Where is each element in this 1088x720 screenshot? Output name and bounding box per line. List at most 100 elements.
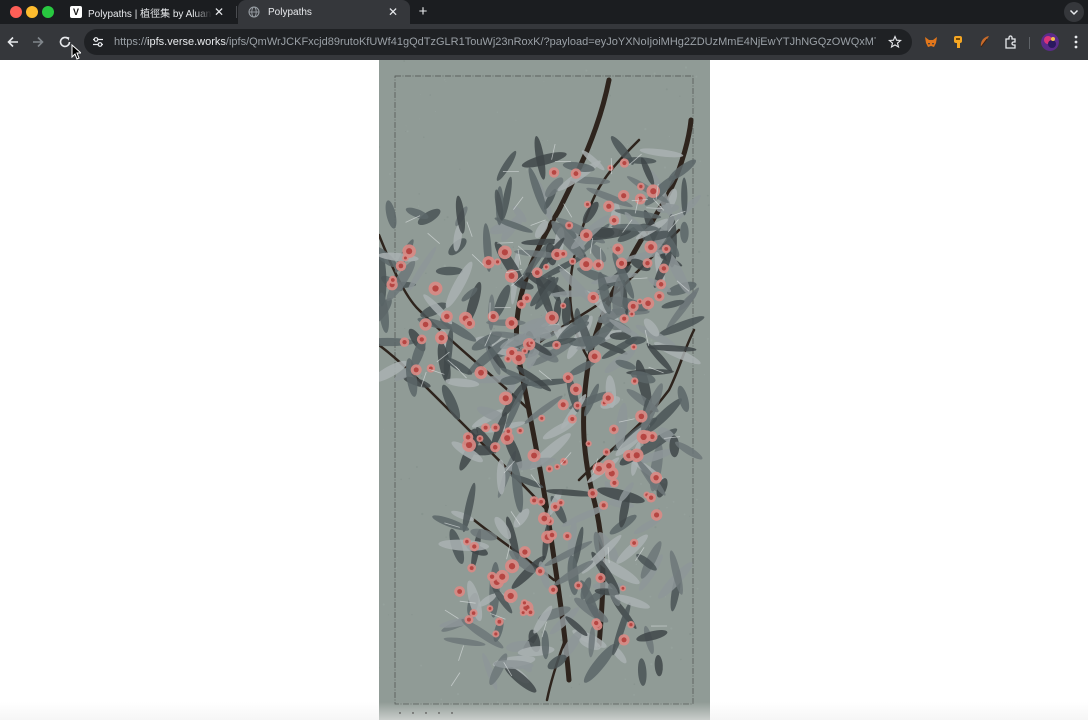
paper-speck	[417, 205, 420, 207]
tab-search-button[interactable]	[1064, 2, 1084, 22]
blossom-center	[561, 304, 565, 308]
window-maximize-button[interactable]	[42, 6, 54, 18]
paper-speck	[493, 327, 495, 330]
arrow-right-icon	[33, 36, 44, 48]
blossom-center	[587, 442, 591, 446]
paper-speck	[707, 204, 710, 207]
paper-speck	[542, 140, 544, 141]
leaf	[379, 337, 416, 347]
paper-speck	[443, 218, 446, 221]
blossom-center	[465, 539, 469, 544]
blossom-center	[632, 345, 636, 349]
blossom-center	[622, 316, 627, 321]
window-close-button[interactable]	[10, 6, 22, 18]
blossom-center	[650, 188, 657, 195]
leaf	[677, 385, 690, 413]
blossom-center	[553, 504, 558, 509]
paper-speck	[393, 464, 395, 466]
profile-avatar[interactable]	[1041, 33, 1059, 51]
tab-polypaths-verse[interactable]: V Polypaths | 植徑集 by Aluan Wang ✕	[60, 0, 236, 24]
leaf	[637, 658, 647, 686]
blossom-center	[639, 184, 643, 189]
close-tab-button[interactable]: ✕	[386, 5, 400, 19]
globe-icon	[248, 6, 260, 18]
blossom-center	[402, 340, 407, 345]
paper-speck	[602, 441, 606, 444]
paper-speck	[500, 267, 503, 269]
paper-speck	[520, 470, 524, 473]
blossom-center	[539, 499, 544, 504]
tab-polypaths-active[interactable]: Polypaths ✕	[238, 0, 410, 24]
window-minimize-button[interactable]	[26, 6, 38, 18]
paper-speck	[627, 417, 630, 420]
paper-speck	[408, 477, 410, 480]
blossom-center	[502, 395, 509, 402]
blossom-center	[492, 444, 498, 450]
extension-metamask[interactable]	[922, 33, 940, 51]
blossom-center	[544, 265, 548, 269]
blossom-center	[551, 587, 556, 592]
site-info-button[interactable]	[87, 31, 109, 53]
paper-speck	[670, 627, 673, 630]
paper-speck	[591, 148, 594, 151]
generative-artwork[interactable]	[379, 60, 710, 720]
blossom-center	[560, 402, 566, 408]
paper-speck	[543, 81, 545, 83]
blossom-center	[508, 563, 516, 570]
blossom-center	[504, 435, 511, 442]
leaf-vein	[458, 645, 464, 661]
paper-speck	[531, 709, 534, 711]
toolbar-divider	[1029, 37, 1030, 49]
blossom-center	[499, 573, 506, 580]
url-text[interactable]: https://ipfs.verse.works/ipfs/QmWrJCKFxc…	[114, 36, 876, 48]
leaf-vein	[466, 221, 473, 237]
paper-speck	[626, 143, 629, 146]
forward-button[interactable]	[28, 32, 48, 52]
blossom-center	[604, 450, 609, 454]
paper-speck	[563, 393, 566, 396]
blossom-center	[403, 256, 407, 260]
blossom-center	[530, 341, 533, 345]
blossom-center	[489, 574, 495, 579]
leaf	[385, 200, 397, 229]
paper-speck	[658, 507, 660, 510]
blossom-center	[575, 403, 580, 408]
paper-speck	[443, 78, 446, 81]
blossom-center	[508, 273, 515, 279]
paper-speck	[621, 398, 624, 401]
blossom-center	[478, 436, 482, 441]
paper-speck	[668, 135, 671, 138]
extension-2[interactable]	[949, 33, 967, 51]
leaf	[654, 655, 663, 677]
blossom-center	[615, 246, 621, 252]
paper-speck	[445, 504, 447, 507]
extensions-button[interactable]	[1002, 33, 1020, 51]
arrow-left-icon	[7, 36, 18, 48]
paper-speck	[653, 72, 656, 75]
new-tab-button[interactable]: +	[414, 3, 432, 21]
paper-speck	[565, 486, 569, 489]
blossom-center	[483, 425, 488, 430]
paper-speck	[512, 246, 514, 248]
extension-3[interactable]	[976, 33, 994, 51]
blossom-center	[640, 433, 647, 441]
close-tab-button[interactable]: ✕	[212, 5, 226, 19]
back-button[interactable]	[3, 32, 23, 52]
blossom-center	[621, 193, 627, 199]
paper-speck	[697, 250, 701, 253]
blossom-center	[638, 300, 642, 303]
url-host: ipfs.verse.works	[147, 36, 226, 48]
paper-speck	[707, 337, 709, 340]
kebab-menu-icon	[1074, 35, 1078, 49]
address-bar[interactable]: https://ipfs.verse.works/ipfs/QmWrJCKFxc…	[84, 29, 912, 55]
blossom-center	[565, 375, 571, 381]
blossom-center	[515, 354, 522, 362]
paper-speck	[583, 535, 585, 537]
blossom-center	[506, 429, 511, 434]
blossom-center	[630, 303, 636, 309]
blossom-center	[478, 369, 484, 376]
blossom-center	[444, 313, 450, 320]
bookmark-button[interactable]	[886, 33, 904, 51]
browser-menu-button[interactable]	[1067, 33, 1085, 51]
avatar-icon	[1041, 33, 1059, 51]
